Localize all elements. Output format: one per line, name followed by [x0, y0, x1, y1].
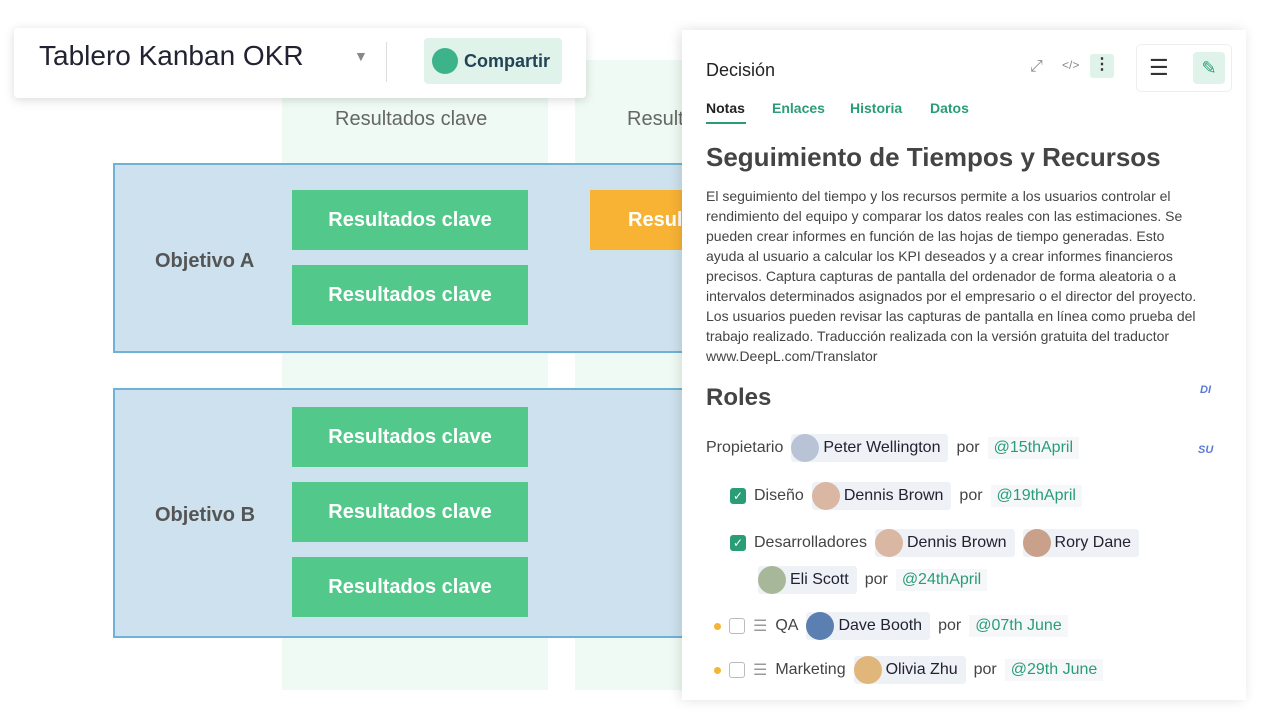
chevron-down-icon[interactable]: ▼: [354, 48, 368, 64]
expand-icon[interactable]: ⤢: [1030, 58, 1043, 76]
por-label: por: [956, 439, 980, 456]
por-label: por: [973, 661, 997, 678]
checkbox-checked[interactable]: ✓: [730, 535, 746, 551]
column-header: Resultados clave: [335, 108, 488, 130]
person-name: Eli Scott: [790, 571, 849, 588]
tag-su: SU: [1198, 444, 1214, 456]
detail-panel: Decisión ⤢ </> ⋮ ☰ ✎ Notas Enlaces Histo…: [682, 30, 1246, 700]
panel-title: Decisión: [706, 60, 776, 80]
avatar: [758, 566, 786, 594]
status-dot: [714, 666, 721, 674]
person-chip[interactable]: Peter Wellington: [791, 434, 949, 462]
person-chip[interactable]: Rory Dane: [1022, 529, 1140, 557]
person-name: Rory Dane: [1054, 534, 1132, 551]
subtask-icon: ☰: [753, 618, 768, 635]
objective-label: Objetivo A: [155, 250, 255, 272]
kanban-card[interactable]: Resultados clave: [292, 482, 528, 542]
board-header: Tablero Kanban OKR ▼ Compartir: [14, 28, 586, 98]
tab-notas[interactable]: Notas: [706, 100, 745, 116]
person-chip[interactable]: Dave Booth: [806, 612, 931, 640]
person-name: Olivia Zhu: [885, 661, 958, 678]
date-link[interactable]: @29th June: [1004, 659, 1104, 681]
notes-body: El seguimiento del tiempo y los recursos…: [706, 188, 1197, 364]
role-owner: Propietario Peter Wellington por @15thAp…: [706, 434, 1079, 462]
subtask-icon: ☰: [753, 662, 768, 679]
avatar: [811, 482, 840, 510]
notes-edit-icon[interactable]: ✎: [1193, 52, 1225, 84]
avatar: [874, 529, 903, 557]
por-label: por: [938, 617, 962, 634]
checkbox-checked[interactable]: ✓: [730, 488, 746, 504]
tab-datos[interactable]: Datos: [930, 100, 969, 116]
avatar: [1022, 529, 1051, 557]
person-name: Dave Booth: [838, 617, 923, 634]
globe-icon: [432, 48, 458, 74]
objective-label: Objetivo B: [155, 504, 256, 526]
roles-heading: Roles: [706, 384, 772, 411]
date-link[interactable]: @07th June: [969, 615, 1068, 637]
role-qa: ☰ QA Dave Booth por @07th June: [714, 612, 1068, 640]
avatar: [806, 612, 835, 640]
por-label: por: [959, 487, 983, 504]
status-dot: [714, 622, 721, 630]
more-icon[interactable]: ⋮: [1090, 54, 1114, 78]
role-label: Desarrolladores: [754, 534, 867, 551]
role-label: Diseño: [754, 487, 804, 504]
person-chip[interactable]: Dennis Brown: [811, 482, 952, 510]
kanban-card[interactable]: Resultados clave: [292, 557, 528, 617]
settings-sliders-icon[interactable]: ☰: [1149, 55, 1169, 81]
person-chip[interactable]: Dennis Brown: [874, 529, 1015, 557]
column-header: Result: [627, 108, 684, 130]
notes-heading: Seguimiento de Tiempos y Recursos: [706, 142, 1161, 172]
tab-enlaces[interactable]: Enlaces: [772, 100, 825, 116]
role-dev-cont: Eli Scott por @24thApril: [758, 566, 988, 594]
role-design: ✓ Diseño Dennis Brown por @19thApril: [730, 482, 1082, 510]
person-name: Peter Wellington: [823, 439, 941, 456]
share-label: Compartir: [464, 50, 551, 71]
kanban-card[interactable]: Resultados clave: [292, 407, 528, 467]
tab-historia[interactable]: Historia: [850, 100, 902, 116]
role-dev: ✓ Desarrolladores Dennis Brown Rory Dane: [730, 529, 1140, 557]
person-name: Dennis Brown: [843, 487, 944, 504]
embed-icon[interactable]: </>: [1062, 58, 1079, 72]
avatar: [791, 434, 820, 462]
share-button[interactable]: Compartir: [424, 38, 562, 84]
kanban-card[interactable]: Resultados clave: [292, 265, 528, 325]
checkbox[interactable]: [729, 662, 745, 678]
person-name: Dennis Brown: [906, 534, 1007, 551]
role-label: QA: [775, 617, 799, 634]
date-link[interactable]: @24thApril: [895, 569, 988, 591]
checkbox[interactable]: [729, 618, 745, 634]
date-link[interactable]: @15thApril: [987, 437, 1079, 459]
role-label: Propietario: [706, 439, 784, 456]
board-title: Tablero Kanban OKR: [39, 40, 304, 71]
role-label: Marketing: [775, 661, 846, 678]
date-link[interactable]: @19thApril: [990, 485, 1082, 507]
tag-di: DI: [1200, 384, 1211, 396]
divider: [386, 42, 387, 82]
kanban-card[interactable]: Resultados clave: [292, 190, 528, 250]
active-tab-underline: [706, 122, 746, 124]
por-label: por: [864, 571, 888, 588]
person-chip[interactable]: Eli Scott: [758, 566, 857, 594]
role-marketing: ☰ Marketing Olivia Zhu por @29th June: [714, 656, 1104, 684]
person-chip[interactable]: Olivia Zhu: [853, 656, 966, 684]
avatar: [853, 656, 882, 684]
